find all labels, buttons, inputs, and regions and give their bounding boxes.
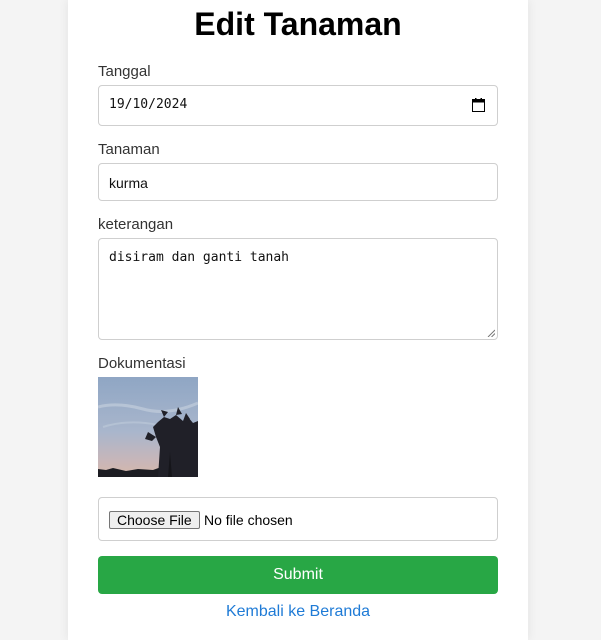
tanaman-value: kurma: [109, 175, 148, 191]
resize-grip-icon[interactable]: [487, 329, 495, 337]
submit-button[interactable]: Submit: [98, 556, 498, 594]
dokumentasi-file-input[interactable]: Choose File No file chosen: [98, 497, 498, 541]
edit-form-card: Edit Tanaman Tanggal 19/10/2024 Tanaman …: [68, 0, 528, 640]
tanggal-date-input[interactable]: 19/10/2024: [98, 85, 498, 126]
calendar-icon[interactable]: [472, 98, 485, 112]
tanaman-input[interactable]: kurma: [98, 163, 498, 201]
page-title: Edit Tanaman: [194, 6, 402, 42]
tanaman-label: Tanaman: [98, 141, 160, 158]
tanggal-label: Tanggal: [98, 63, 151, 80]
no-file-text: No file chosen: [204, 512, 293, 528]
keterangan-textarea[interactable]: disiram dan ganti tanah: [98, 238, 498, 340]
keterangan-label: keterangan: [98, 216, 174, 233]
dokumentasi-image: [98, 377, 198, 477]
back-to-home-link[interactable]: Kembali ke Beranda: [68, 603, 528, 621]
keterangan-value: disiram dan ganti tanah: [109, 250, 290, 265]
tanggal-value: 19/10/2024: [109, 97, 188, 112]
choose-file-button[interactable]: Choose File: [109, 511, 200, 529]
dokumentasi-label: Dokumentasi: [98, 355, 186, 372]
